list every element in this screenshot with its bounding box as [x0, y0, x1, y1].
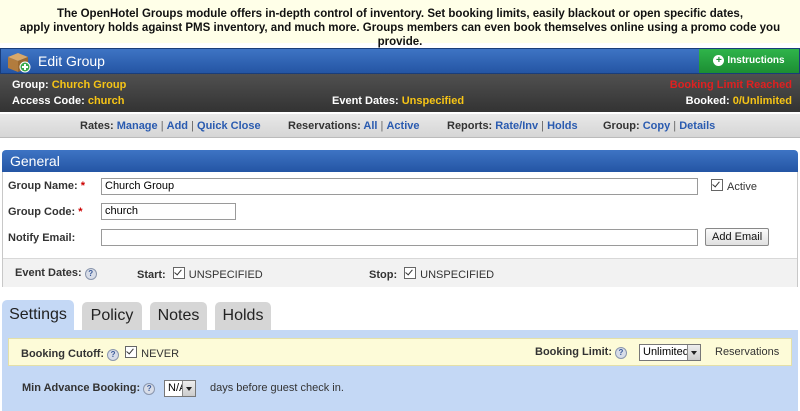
stop-date-field: Stop: UNSPECIFIED	[369, 267, 494, 281]
start-date-field: Start: UNSPECIFIED	[137, 267, 263, 281]
rates-add-link[interactable]: Add	[167, 120, 188, 132]
reservations-all-link[interactable]: All	[363, 120, 377, 132]
stop-label: Stop:	[369, 269, 398, 281]
help-icon[interactable]: ?	[107, 349, 120, 361]
dropdown-arrow-icon	[182, 381, 195, 396]
min-advance-select[interactable]: N/A	[164, 380, 196, 397]
plus-icon: +	[713, 55, 725, 66]
required-mark: *	[78, 206, 83, 218]
min-advance-label: Min Advance Booking:	[22, 382, 141, 394]
rates-links: Rates: Manage | Add | Quick Close	[80, 120, 261, 132]
booking-cutoff-never-checkbox[interactable]	[125, 346, 138, 358]
reservations-label: Reservations:	[288, 120, 361, 132]
rates-label: Rates:	[80, 120, 114, 132]
booked-value: 0/Unlimited	[732, 95, 792, 107]
group-info-label: Group:	[12, 79, 49, 91]
instructions-label: Instructions	[727, 55, 785, 66]
group-info: Group: Church Group	[12, 79, 126, 91]
start-value: UNSPECIFIED	[188, 269, 263, 281]
booking-cutoff-value: NEVER	[141, 348, 180, 360]
event-dates-info: Event Dates: Unspecified	[332, 95, 464, 107]
booked-label: Booked:	[685, 95, 730, 107]
add-email-button[interactable]: Add Email	[705, 228, 770, 246]
help-icon[interactable]: ?	[615, 347, 627, 359]
help-icon[interactable]: ?	[84, 268, 97, 280]
start-unspecified-checkbox[interactable]	[172, 267, 185, 279]
event-dates-info-label: Event Dates:	[332, 95, 399, 107]
active-label: Active	[727, 181, 757, 193]
tab-notes[interactable]: Notes	[150, 302, 207, 330]
banner-line-1: The OpenHotel Groups module offers in-de…	[56, 8, 744, 20]
rates-quick-close-link[interactable]: Quick Close	[197, 120, 261, 132]
access-code-info: Access Code: church	[12, 95, 125, 107]
group-details-link[interactable]: Details	[679, 120, 715, 132]
stop-unspecified-checkbox[interactable]	[404, 267, 417, 279]
reports-label: Reports:	[447, 120, 493, 132]
group-box-icon	[8, 53, 31, 73]
reservations-unit-label: Reservations	[715, 346, 780, 358]
section-tabs: Settings Policy Notes Holds	[0, 300, 800, 330]
group-links-label: Group:	[603, 120, 640, 132]
group-code-input[interactable]: church	[101, 203, 236, 220]
group-info-value: Church Group	[51, 79, 127, 91]
group-copy-link[interactable]: Copy	[643, 120, 671, 132]
min-advance-label-group: Min Advance Booking:?	[22, 382, 158, 395]
tab-settings[interactable]: Settings	[2, 300, 74, 330]
booked-info: Booked: 0/Unlimited	[686, 95, 792, 107]
edit-group-titlebar: Edit Group + Instructions	[0, 48, 800, 74]
page-title: Edit Group	[38, 53, 105, 69]
min-advance-suffix: days before guest check in.	[210, 382, 344, 394]
booking-limit-value: Unlimited	[643, 346, 689, 358]
notify-email-label: Notify Email:	[8, 232, 76, 244]
event-dates-row: Event Dates:? Start: UNSPECIFIED Stop: U…	[3, 258, 797, 287]
general-section-heading: General	[2, 150, 798, 172]
group-name-input[interactable]: Church Group	[101, 178, 698, 195]
booking-limit-select[interactable]: Unlimited	[639, 344, 701, 361]
active-checkbox[interactable]	[711, 179, 723, 191]
event-dates-info-value: Unspecified	[401, 95, 465, 107]
promo-banner: The OpenHotel Groups module offers in-de…	[0, 0, 800, 48]
general-section: Group Name: * Church Group Active Group …	[2, 172, 798, 287]
settings-panel: Booking Cutoff:? NEVER Booking Limit:? U…	[2, 330, 798, 411]
banner-line-2: apply inventory holds against PMS invent…	[19, 22, 781, 48]
tab-holds[interactable]: Holds	[215, 302, 271, 330]
rates-manage-link[interactable]: Manage	[117, 120, 158, 132]
active-checkbox-field[interactable]: Active	[711, 179, 757, 193]
booking-limit-label: Booking Limit:	[535, 346, 612, 358]
booking-limit-status: Booking Limit Reached	[669, 79, 792, 91]
reports-rate-inv-link[interactable]: Rate/Inv	[495, 120, 538, 132]
access-code-label: Access Code:	[12, 95, 85, 107]
reports-links: Reports: Rate/Inv | Holds	[447, 120, 578, 132]
event-dates-label: Event Dates:?	[15, 267, 100, 280]
required-mark: *	[80, 180, 86, 192]
group-code-label: Group Code: *	[8, 206, 83, 218]
help-icon[interactable]: ?	[143, 383, 156, 395]
reports-holds-link[interactable]: Holds	[547, 120, 578, 132]
group-links: Group: Copy | Details	[603, 120, 716, 132]
booking-cutoff-label: Booking Cutoff:	[21, 348, 105, 360]
stop-value: UNSPECIFIED	[420, 269, 495, 281]
tab-policy[interactable]: Policy	[82, 302, 142, 330]
instructions-button[interactable]: + Instructions	[699, 49, 799, 73]
group-info-bar: Group: Church Group Access Code: church …	[0, 74, 800, 112]
booking-limit-label-group: Booking Limit:?	[535, 346, 630, 359]
reservations-active-link[interactable]: Active	[386, 120, 419, 132]
group-name-label: Group Name: *	[8, 180, 86, 192]
reservations-links: Reservations: All | Active	[288, 120, 420, 132]
notify-email-input[interactable]	[101, 229, 698, 246]
action-link-bar: Rates: Manage | Add | Quick Close Reserv…	[0, 114, 800, 138]
dropdown-arrow-icon	[687, 345, 700, 360]
booking-cutoff-field: Booking Cutoff:? NEVER	[21, 346, 179, 361]
booking-cutoff-row: Booking Cutoff:? NEVER Booking Limit:? U…	[8, 338, 792, 366]
access-code-value: church	[87, 95, 125, 107]
start-label: Start:	[137, 269, 166, 281]
